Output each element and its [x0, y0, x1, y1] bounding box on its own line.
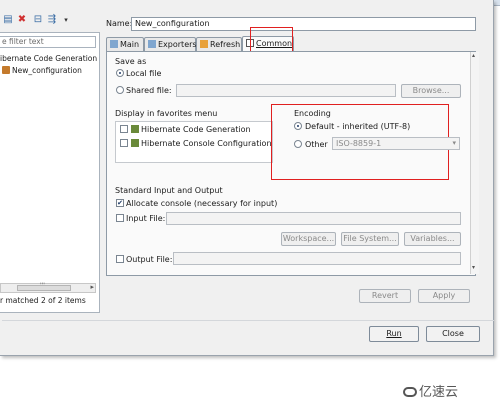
file-system-button[interactable]: File System...	[341, 232, 399, 246]
favorite-console-label: Hibernate Console Configuration	[131, 139, 272, 148]
tab-label: Main	[120, 40, 140, 49]
shared-file-radio[interactable]	[116, 86, 124, 94]
allocate-console-checkbox[interactable]: ✔	[116, 199, 124, 207]
watermark-brand: 亿速云	[403, 381, 458, 400]
tab-label: Exporters	[158, 40, 197, 49]
tree-item-hibernate-codegen[interactable]: ibernate Code Generation	[0, 53, 100, 65]
filter-input[interactable]: e filter text	[0, 36, 96, 48]
tree-item-label: New_configuration	[12, 66, 82, 75]
collapse-icon[interactable]: ⊟	[32, 14, 44, 26]
scroll-thumb[interactable]: '''	[17, 282, 71, 291]
favorite-codegen-label: Hibernate Code Generation	[131, 125, 251, 134]
output-file-label: Output File:	[126, 255, 173, 264]
encoding-other-label: Other	[305, 140, 328, 149]
hibernate-icon	[131, 139, 139, 147]
brand-logo-icon	[403, 387, 417, 397]
filter-icon[interactable]: ⇶	[46, 14, 58, 26]
tree-item-new-configuration[interactable]: New_configuration	[0, 65, 100, 77]
main-tab-icon	[110, 40, 118, 48]
browse-button[interactable]: Browse...	[401, 84, 461, 98]
run-configurations-dialog: ▤ ✖ ⊟ ⇶ ▾ e filter text ibernate Code Ge…	[0, 0, 494, 356]
close-button[interactable]: Close	[426, 326, 480, 342]
input-file-field[interactable]	[166, 212, 461, 225]
favorite-label: Hibernate Console Configuration	[141, 139, 272, 148]
vertical-scrollbar[interactable]: ▴ ▾	[470, 52, 479, 274]
encoding-select-value: ISO-8859-1	[336, 139, 382, 148]
name-input[interactable]: New_configuration	[131, 17, 476, 31]
local-file-radio[interactable]	[116, 69, 124, 77]
tab-label: Refresh	[210, 40, 241, 49]
variables-button[interactable]: Variables...	[404, 232, 461, 246]
horizontal-scrollbar[interactable]: ''' ▸	[0, 282, 96, 293]
exporters-tab-icon	[148, 40, 156, 48]
allocate-console-label: Allocate console (necessary for input)	[126, 199, 278, 208]
revert-button[interactable]: Revert	[359, 289, 411, 303]
name-label: Name:	[106, 19, 133, 28]
tab-refresh[interactable]: Refresh	[196, 37, 242, 51]
encoding-other-radio[interactable]	[294, 140, 302, 148]
encoding-title: Encoding	[294, 109, 331, 118]
scroll-down-icon[interactable]: ▾	[472, 264, 475, 271]
favorite-label: Hibernate Code Generation	[141, 125, 251, 134]
output-file-checkbox[interactable]	[116, 255, 124, 263]
scroll-right-icon[interactable]: ▸	[90, 283, 94, 291]
tab-exporters[interactable]: Exporters	[144, 37, 197, 51]
apply-button[interactable]: Apply	[418, 289, 470, 303]
favorite-codegen-checkbox[interactable]	[120, 125, 128, 133]
config-icon	[2, 66, 10, 74]
favorite-console-checkbox[interactable]	[120, 139, 128, 147]
favorites-title: Display in favorites menu	[115, 109, 218, 118]
matched-count: r matched 2 of 2 items	[0, 296, 86, 305]
shared-file-input[interactable]	[176, 84, 396, 97]
hibernate-icon	[131, 125, 139, 133]
new-config-icon[interactable]: ▤	[2, 14, 14, 26]
output-file-field[interactable]	[173, 252, 461, 265]
brand-text: 亿速云	[419, 385, 459, 400]
dropdown-icon[interactable]: ▾	[60, 14, 72, 26]
tab-main[interactable]: Main	[106, 37, 144, 51]
scroll-grip: '''	[40, 282, 45, 289]
scroll-up-icon[interactable]: ▴	[472, 52, 475, 59]
input-file-label: Input File:	[126, 214, 166, 223]
encoding-default-label: Default - inherited (UTF-8)	[305, 122, 411, 131]
run-button[interactable]: Run	[369, 326, 419, 342]
encoding-default-radio[interactable]	[294, 122, 302, 130]
input-file-checkbox[interactable]	[116, 214, 124, 222]
divider	[2, 320, 494, 321]
shared-file-label: Shared file:	[126, 86, 172, 95]
chevron-down-icon: ▾	[452, 139, 456, 147]
save-as-title: Save as	[115, 57, 147, 66]
delete-icon[interactable]: ✖	[16, 14, 28, 26]
refresh-tab-icon	[200, 40, 208, 48]
std-io-title: Standard Input and Output	[115, 186, 223, 195]
config-tree: ibernate Code Generation New_configurati…	[0, 53, 100, 77]
workspace-button[interactable]: Workspace...	[281, 232, 336, 246]
encoding-select[interactable]: ISO-8859-1 ▾	[332, 137, 460, 150]
local-file-label: Local file	[126, 69, 162, 78]
